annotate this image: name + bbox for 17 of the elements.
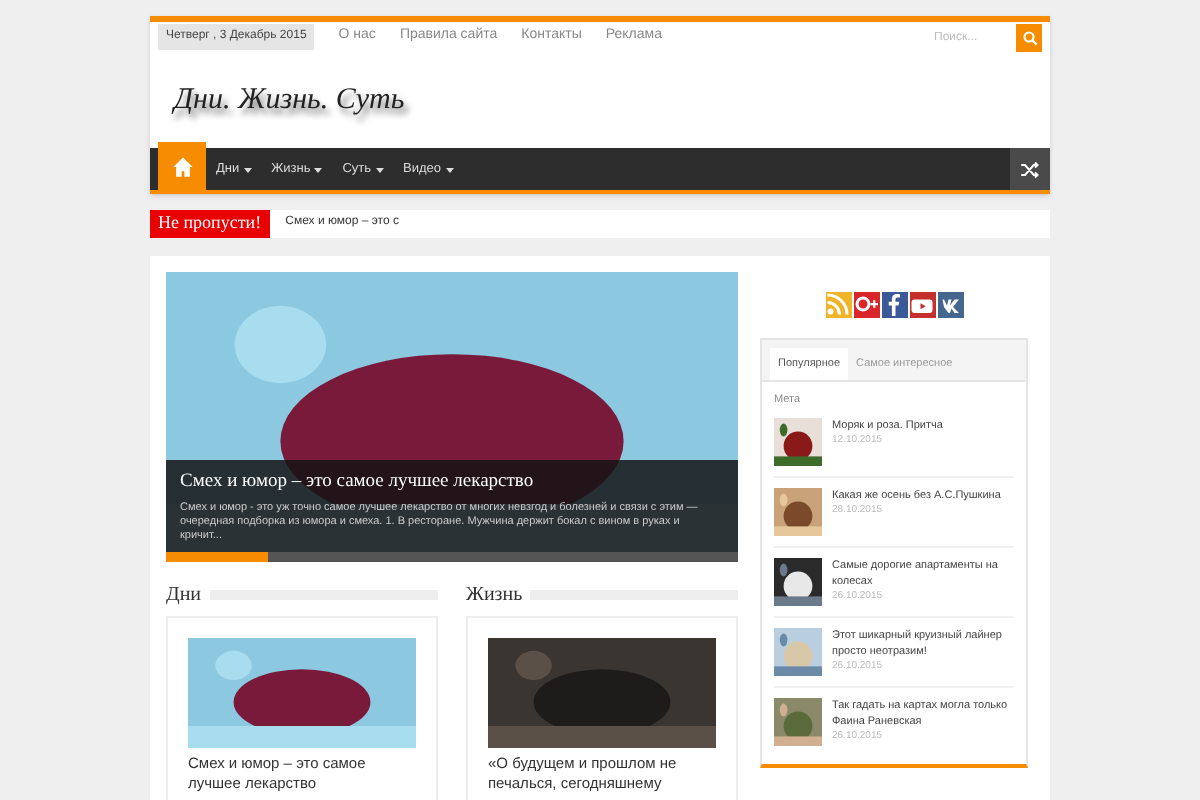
shuffle-button[interactable] xyxy=(1010,148,1050,190)
slider-title[interactable]: Смех и юмор – это самое лучшее лекарство xyxy=(180,468,724,497)
caret-icon xyxy=(445,165,454,173)
caret-icon xyxy=(375,165,384,173)
site-logo[interactable]: Дни. Жизнь. Суть xyxy=(174,77,405,123)
vk-icon[interactable] xyxy=(937,291,963,317)
youtube-icon[interactable] xyxy=(909,291,935,317)
shuffle-icon xyxy=(1020,159,1040,179)
search-icon xyxy=(1021,29,1037,45)
facebook-icon[interactable] xyxy=(881,291,907,317)
gplus-icon[interactable] xyxy=(853,291,879,317)
caret-icon xyxy=(314,165,323,173)
section-title: Дни xyxy=(166,581,202,609)
home-icon xyxy=(171,155,193,177)
breaking-label: Не пропусти! xyxy=(150,210,270,237)
section-title: Жизнь xyxy=(466,581,523,609)
caret-icon xyxy=(243,165,252,173)
